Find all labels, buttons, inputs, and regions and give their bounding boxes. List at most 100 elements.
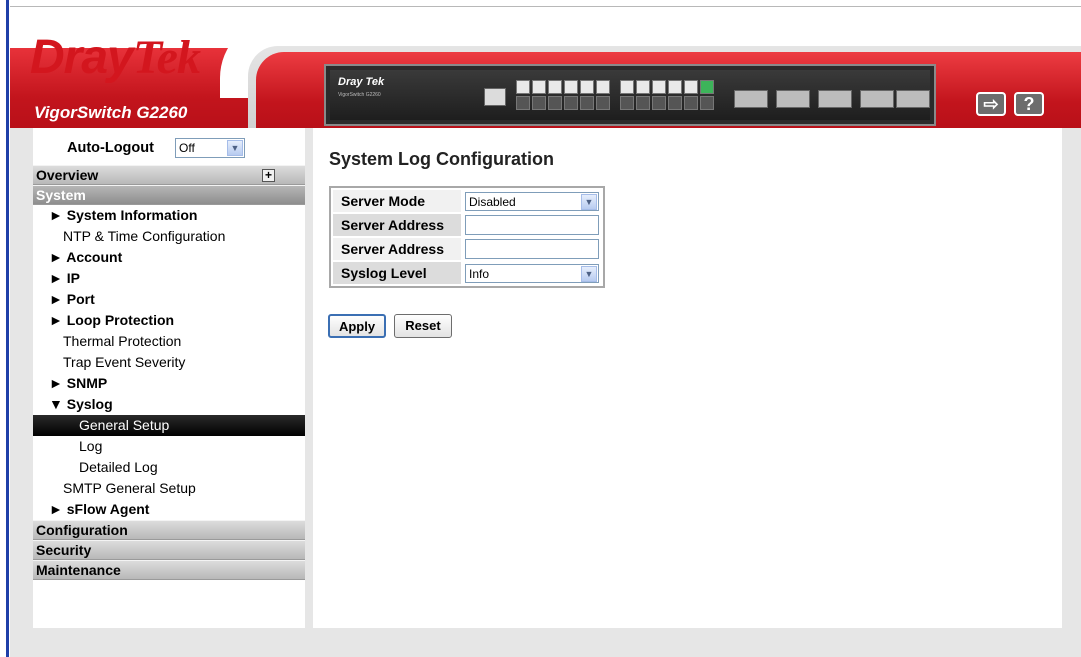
auto-logout-value: Off — [179, 141, 195, 155]
server-mode-select[interactable]: Disabled ▼ — [465, 191, 599, 211]
auto-logout-label: Auto-Logout — [67, 140, 154, 156]
help-icon[interactable]: ? — [1014, 92, 1044, 116]
port — [580, 80, 594, 94]
port — [516, 96, 530, 110]
server-mode-value: Disabled — [469, 194, 516, 209]
sidebar-item-ntp-time[interactable]: NTP & Time Configuration — [33, 226, 305, 247]
sidebar-item-ip[interactable]: ► IP — [33, 268, 305, 289]
sidebar-item-system-information[interactable]: ► System Information — [33, 205, 305, 226]
port — [564, 80, 578, 94]
window-top-frame — [10, 0, 1081, 7]
port-group-1 — [516, 80, 610, 110]
sidebar-section-configuration[interactable]: Configuration — [33, 520, 305, 540]
syslog-level-value: Info — [469, 266, 490, 281]
port — [684, 96, 698, 110]
port — [532, 80, 546, 94]
sfp-port — [860, 90, 894, 108]
table-row: Syslog Level Info ▼ — [333, 262, 601, 284]
logo-dray: Dray — [30, 31, 134, 84]
panel-body: Dray Tek VigorSwitch G2260 — [330, 70, 930, 120]
port — [668, 96, 682, 110]
sidebar-section-maintenance[interactable]: Maintenance — [33, 560, 305, 580]
server-address-label: Server Address — [333, 214, 461, 236]
port — [516, 80, 530, 94]
port — [580, 96, 594, 110]
table-row: Server Mode Disabled ▼ — [333, 190, 601, 212]
sidebar-section-overview[interactable]: Overview + — [33, 165, 305, 185]
sidebar-section-system[interactable]: System — [33, 185, 305, 205]
sidebar-section-label: System — [36, 187, 86, 203]
draytek-logo: DrayTek — [30, 30, 201, 85]
syslog-config-table: Server Mode Disabled ▼ Server Address Se… — [329, 186, 605, 288]
sidebar-section-label: Overview — [36, 167, 99, 183]
server-address-input-2[interactable] — [465, 239, 599, 259]
server-address-cell — [463, 238, 601, 260]
syslog-level-label: Syslog Level — [333, 262, 461, 284]
port-active — [700, 80, 714, 94]
server-address-input-1[interactable] — [465, 215, 599, 235]
window-edge-bar — [6, 0, 9, 657]
table-row: Server Address — [333, 214, 601, 236]
sidebar-section-security[interactable]: Security — [33, 540, 305, 560]
sfp-port — [776, 90, 810, 108]
syslog-level-select[interactable]: Info ▼ — [465, 263, 599, 283]
port — [636, 96, 650, 110]
sidebar-item-general-setup[interactable]: General Setup — [33, 415, 305, 436]
console-port — [484, 88, 506, 106]
server-address-label: Server Address — [333, 238, 461, 260]
sfp-port — [896, 90, 930, 108]
sidebar-item-smtp-general-setup[interactable]: SMTP General Setup — [33, 478, 305, 499]
sfp-port — [734, 90, 768, 108]
port — [636, 80, 650, 94]
sidebar-item-syslog[interactable]: ▼ Syslog — [33, 394, 305, 415]
logout-icon[interactable]: ⇨ — [976, 92, 1006, 116]
reset-button[interactable]: Reset — [394, 314, 452, 338]
port — [668, 80, 682, 94]
sidebar-item-sflow-agent[interactable]: ► sFlow Agent — [33, 499, 305, 520]
model-name: VigorSwitch G2260 — [34, 103, 188, 122]
port — [700, 96, 714, 110]
server-mode-label: Server Mode — [333, 190, 461, 212]
chevron-down-icon[interactable]: ▼ — [227, 140, 243, 156]
switch-front-panel-image: Dray Tek VigorSwitch G2260 — [324, 64, 936, 126]
port — [548, 80, 562, 94]
sidebar-item-loop-protection[interactable]: ► Loop Protection — [33, 310, 305, 331]
port-group-2 — [620, 80, 714, 110]
port — [620, 80, 634, 94]
sidebar: Auto-Logout Off ▼ Overview + System ► Sy… — [33, 128, 305, 628]
logo-tek: Tek — [132, 31, 201, 84]
port — [620, 96, 634, 110]
device-brand: Dray Tek — [338, 76, 385, 88]
port — [532, 96, 546, 110]
auto-logout-select[interactable]: Off ▼ — [175, 138, 245, 158]
chevron-down-icon[interactable]: ▼ — [581, 193, 597, 210]
syslog-level-cell: Info ▼ — [463, 262, 601, 284]
port — [652, 80, 666, 94]
sidebar-item-log[interactable]: Log — [33, 436, 305, 457]
server-mode-cell: Disabled ▼ — [463, 190, 601, 212]
sidebar-item-detailed-log[interactable]: Detailed Log — [33, 457, 305, 478]
server-address-cell — [463, 214, 601, 236]
sidebar-item-thermal-protection[interactable]: Thermal Protection — [33, 331, 305, 352]
sidebar-menu: Overview + System ► System Information N… — [33, 165, 305, 580]
window-left-edge — [0, 0, 10, 657]
main-content: System Log Configuration Server Mode Dis… — [313, 128, 1062, 628]
port — [548, 96, 562, 110]
sidebar-item-trap-event-severity[interactable]: Trap Event Severity — [33, 352, 305, 373]
header-banner: DrayTek VigorSwitch G2260 Dray Tek Vigor… — [10, 8, 1081, 128]
expand-all-icon[interactable]: + — [262, 169, 275, 182]
chevron-down-icon[interactable]: ▼ — [581, 265, 597, 282]
port — [684, 80, 698, 94]
apply-button[interactable]: Apply — [328, 314, 386, 338]
sidebar-item-account[interactable]: ► Account — [33, 247, 305, 268]
port — [596, 96, 610, 110]
port — [564, 96, 578, 110]
sidebar-item-snmp[interactable]: ► SNMP — [33, 373, 305, 394]
table-row: Server Address — [333, 238, 601, 260]
sfp-port — [818, 90, 852, 108]
device-subtitle: VigorSwitch G2260 — [338, 92, 381, 98]
sidebar-item-port[interactable]: ► Port — [33, 289, 305, 310]
port — [652, 96, 666, 110]
page-title: System Log Configuration — [329, 149, 554, 169]
port — [596, 80, 610, 94]
